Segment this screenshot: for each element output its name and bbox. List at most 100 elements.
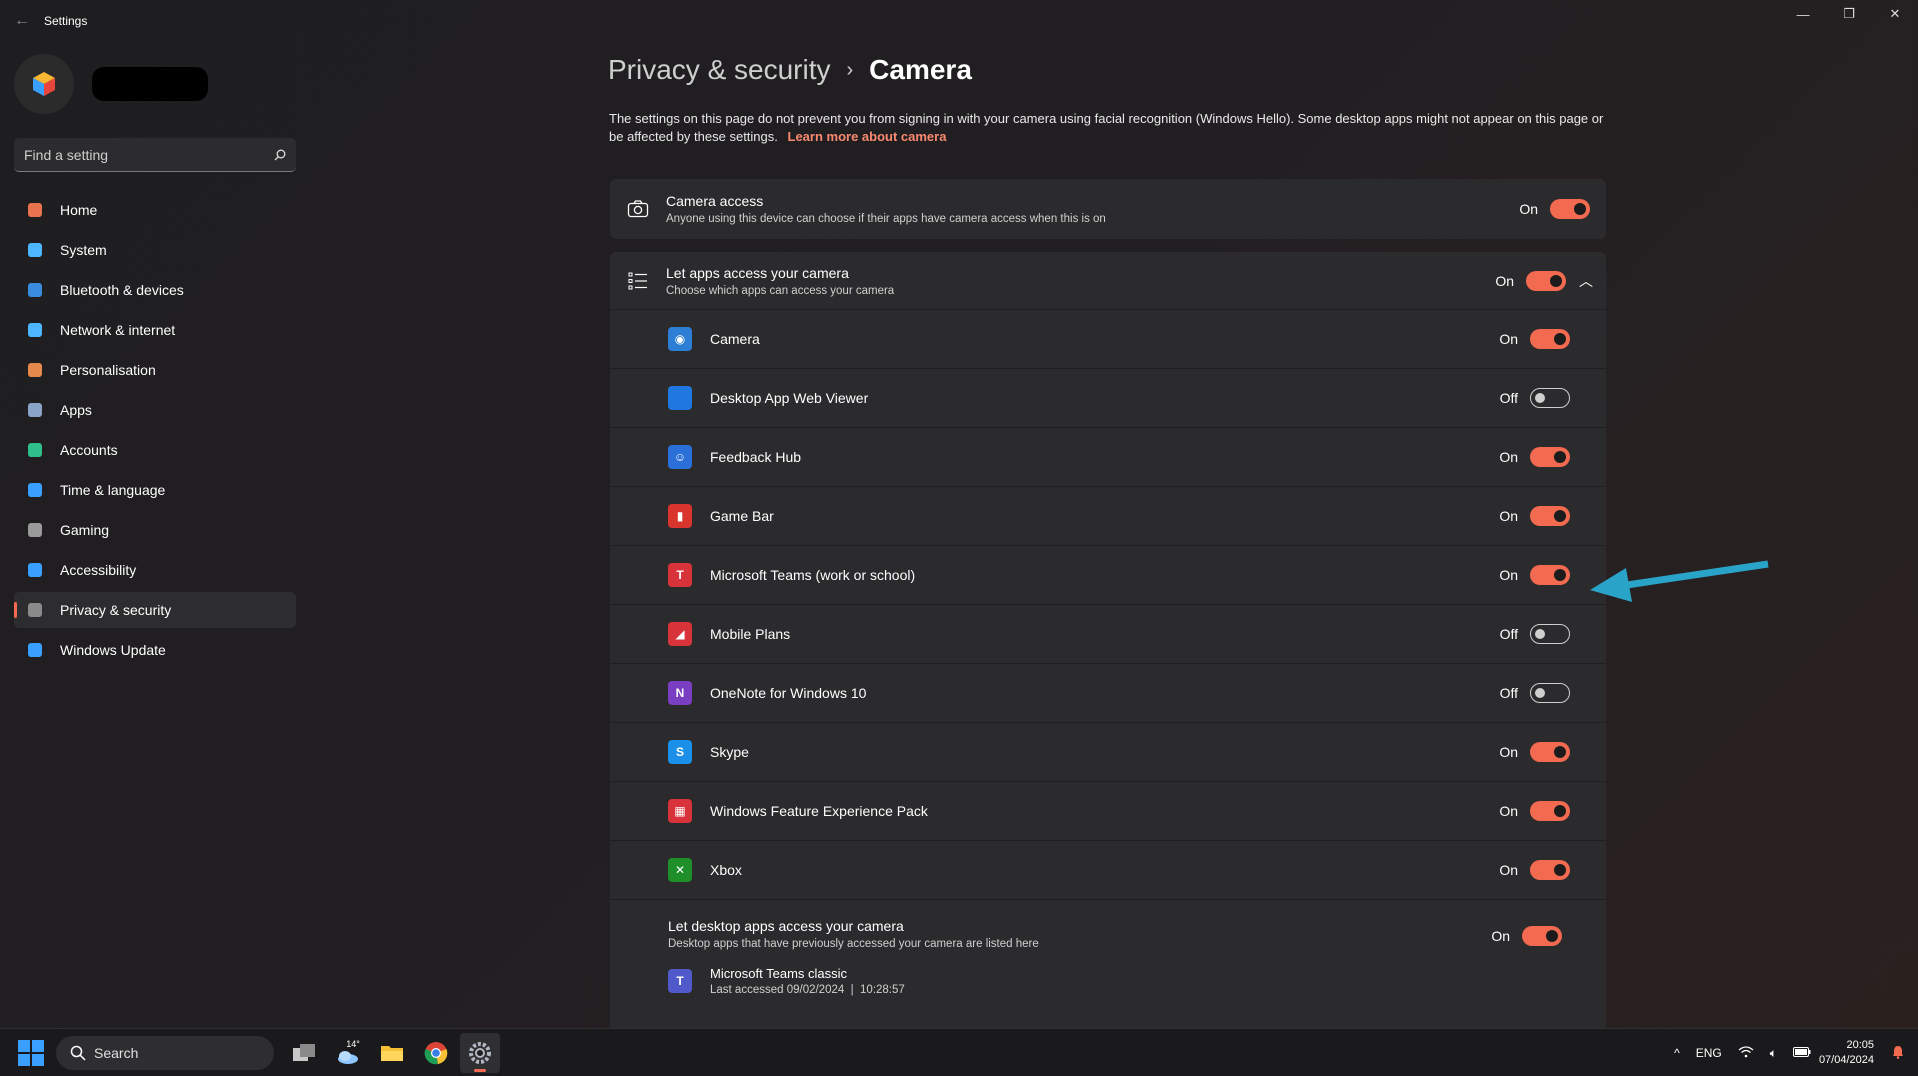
app-name: Xbox bbox=[710, 862, 742, 878]
chrome-icon[interactable] bbox=[416, 1033, 456, 1073]
wifi-icon[interactable] bbox=[1738, 1045, 1754, 1061]
task-view-icon[interactable] bbox=[284, 1033, 324, 1073]
app-toggle[interactable] bbox=[1530, 801, 1570, 821]
sidebar-item-windows-update[interactable]: Windows Update bbox=[14, 632, 296, 668]
app-state: On bbox=[1499, 744, 1518, 760]
app-toggle[interactable] bbox=[1530, 447, 1570, 467]
app-icon: ☺ bbox=[668, 445, 692, 469]
page-description: The settings on this page do not prevent… bbox=[609, 110, 1609, 146]
app-name: Microsoft Teams (work or school) bbox=[710, 567, 916, 583]
app-state: On bbox=[1499, 567, 1518, 583]
camera-icon bbox=[610, 199, 666, 219]
let-apps-header[interactable]: Let apps access your camera Choose which… bbox=[610, 252, 1606, 309]
search-icon[interactable] bbox=[274, 149, 286, 161]
app-toggle[interactable] bbox=[1530, 388, 1570, 408]
app-state: Off bbox=[1499, 685, 1518, 701]
app-state: On bbox=[1499, 449, 1518, 465]
system-tray: ^ ENG 🔈︎ 20:05 07/04/2024 bbox=[1666, 1029, 1918, 1076]
app-name: Game Bar bbox=[710, 508, 774, 524]
user-profile[interactable] bbox=[14, 54, 208, 114]
desktop-apps-title: Let desktop apps access your camera bbox=[668, 918, 904, 934]
app-toggle[interactable] bbox=[1530, 506, 1570, 526]
desktop-app-entry: T Microsoft Teams classic Last accessed … bbox=[668, 966, 1606, 996]
sidebar-item-home[interactable]: Home bbox=[14, 192, 296, 228]
sidebar-item-label: Home bbox=[60, 202, 98, 218]
sidebar-item-accessibility[interactable]: Accessibility bbox=[14, 552, 296, 588]
title-bar: ← Settings — ❐ ✕ bbox=[0, 0, 1918, 42]
search-icon bbox=[70, 1045, 86, 1061]
app-name: Feedback Hub bbox=[710, 449, 802, 465]
avatar bbox=[14, 54, 74, 114]
search-input[interactable] bbox=[24, 146, 274, 163]
app-row: Desktop App Web Viewer Off bbox=[610, 368, 1606, 427]
chevron-up-icon[interactable]: ^ bbox=[1674, 1046, 1680, 1060]
app-icon: ▦ bbox=[668, 799, 692, 823]
sidebar-item-label: Accounts bbox=[60, 442, 118, 458]
sidebar-item-bluetooth-devices[interactable]: Bluetooth & devices bbox=[14, 272, 296, 308]
back-arrow-icon[interactable]: ← bbox=[0, 12, 44, 30]
window-title: Settings bbox=[44, 14, 88, 28]
desktop-apps-subtitle: Desktop apps that have previously access… bbox=[668, 938, 1039, 950]
file-explorer-icon[interactable] bbox=[372, 1033, 412, 1073]
sidebar-item-apps[interactable]: Apps bbox=[14, 392, 296, 428]
sidebar-item-privacy-security[interactable]: Privacy & security bbox=[14, 592, 296, 628]
sidebar-item-gaming[interactable]: Gaming bbox=[14, 512, 296, 548]
camera-access-toggle[interactable] bbox=[1550, 199, 1590, 219]
app-toggle[interactable] bbox=[1530, 329, 1570, 349]
clock-time: 20:05 bbox=[1846, 1039, 1874, 1051]
app-toggle[interactable] bbox=[1530, 742, 1570, 762]
desktop-app-name: Microsoft Teams classic bbox=[710, 966, 848, 981]
app-state: On bbox=[1499, 862, 1518, 878]
sidebar-item-time-language[interactable]: Time & language bbox=[14, 472, 296, 508]
app-row: T Microsoft Teams (work or school) On bbox=[610, 545, 1606, 604]
taskbar: 14° ^ ENG 🔈︎ 20:05 07/04/2024 bbox=[0, 1028, 1918, 1076]
app-toggle[interactable] bbox=[1530, 565, 1570, 585]
let-apps-subtitle: Choose which apps can access your camera bbox=[666, 284, 895, 297]
taskbar-search[interactable] bbox=[56, 1035, 274, 1070]
app-name: Skype bbox=[710, 744, 749, 760]
app-row: ✕ Xbox On bbox=[610, 840, 1606, 899]
sidebar-item-personalisation[interactable]: Personalisation bbox=[14, 352, 296, 388]
chevron-up-icon[interactable]: ︿ bbox=[1566, 271, 1606, 291]
notification-bell-icon[interactable] bbox=[1892, 1045, 1904, 1062]
sidebar-item-label: Gaming bbox=[60, 522, 110, 538]
settings-icon[interactable] bbox=[460, 1032, 500, 1073]
home-icon bbox=[24, 199, 46, 221]
app-state: Off bbox=[1499, 626, 1518, 642]
weather-icon[interactable]: 14° bbox=[328, 1033, 368, 1073]
sidebar-item-label: Personalisation bbox=[60, 362, 156, 378]
desktop-apps-toggle[interactable] bbox=[1522, 926, 1562, 946]
let-apps-title: Let apps access your camera bbox=[666, 264, 849, 281]
minimize-icon[interactable]: — bbox=[1780, 0, 1826, 28]
camera-access-state: On bbox=[1519, 201, 1538, 217]
learn-more-link[interactable]: Learn more about camera bbox=[788, 129, 947, 144]
sidebar-item-network-internet[interactable]: Network & internet bbox=[14, 312, 296, 348]
clock-date: 07/04/2024 bbox=[1818, 1054, 1874, 1066]
app-toggle[interactable] bbox=[1530, 860, 1570, 880]
sidebar-item-system[interactable]: System bbox=[14, 232, 296, 268]
app-name: OneNote for Windows 10 bbox=[710, 685, 867, 701]
let-apps-toggle[interactable] bbox=[1526, 270, 1566, 291]
app-row: S Skype On bbox=[610, 722, 1606, 781]
app-row: ◢ Mobile Plans Off bbox=[610, 604, 1606, 663]
sidebar-item-label: System bbox=[60, 242, 107, 258]
windows-start-icon[interactable] bbox=[18, 1039, 44, 1066]
app-toggle[interactable] bbox=[1530, 624, 1570, 644]
battery-icon[interactable] bbox=[1792, 1046, 1811, 1060]
bluetooth-icon bbox=[24, 279, 46, 301]
volume-muted-icon[interactable]: 🔈︎ bbox=[1770, 1046, 1777, 1061]
app-toggle[interactable] bbox=[1530, 683, 1570, 703]
clock[interactable]: 20:05 07/04/2024 bbox=[1819, 1038, 1874, 1068]
app-icon: ▮ bbox=[668, 504, 692, 528]
sidebar-item-label: Network & internet bbox=[60, 322, 176, 338]
taskbar-search-input[interactable] bbox=[94, 1044, 244, 1061]
close-icon[interactable]: ✕ bbox=[1872, 0, 1918, 28]
restore-icon[interactable]: ❐ bbox=[1826, 0, 1872, 28]
monitor-icon bbox=[24, 239, 46, 261]
app-row: ▦ Windows Feature Experience Pack On bbox=[610, 781, 1606, 840]
breadcrumb-parent[interactable]: Privacy & security bbox=[608, 54, 831, 86]
sidebar-item-accounts[interactable]: Accounts bbox=[14, 432, 296, 468]
language-indicator[interactable]: ENG bbox=[1696, 1046, 1722, 1060]
redacted-username bbox=[92, 67, 208, 101]
person-icon bbox=[24, 439, 46, 461]
